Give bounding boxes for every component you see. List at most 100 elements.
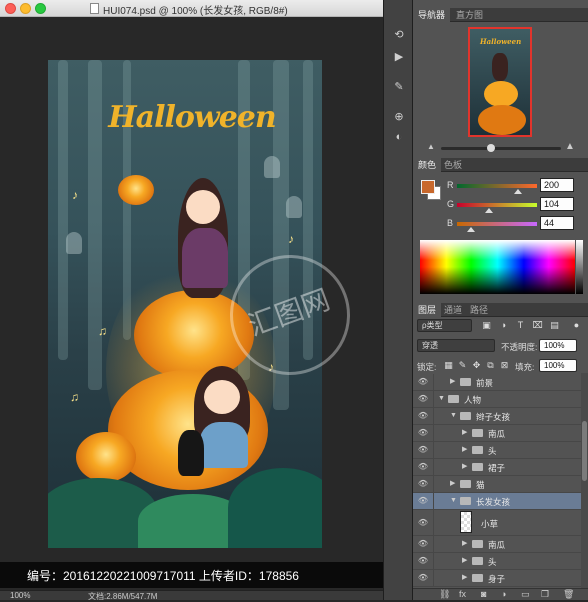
visibility-eye-icon[interactable]: 👁 [417, 539, 429, 549]
layer-row[interactable]: 👁 ▶ 猫 [413, 476, 581, 493]
lock-all-icon[interactable]: ⊠ [499, 360, 510, 371]
lock-transparent-icon[interactable]: ▦ [443, 360, 454, 371]
collapse-arrow-icon[interactable]: ▼ [438, 394, 446, 404]
layer-row-selected[interactable]: 👁 ▼ 长发女孩 [413, 493, 581, 510]
new-layer-icon[interactable]: ❐ [541, 589, 549, 600]
collapse-arrow-icon[interactable]: ▼ [450, 496, 458, 506]
tab-color[interactable]: 颜色 [413, 158, 442, 172]
folder-icon [460, 378, 471, 386]
expand-arrow-icon[interactable]: ▶ [462, 573, 470, 583]
navigator-preview[interactable]: Halloween [468, 27, 532, 137]
tab-channels[interactable]: 通道 [439, 303, 467, 317]
row-divider [433, 374, 434, 391]
visibility-eye-icon[interactable]: 👁 [417, 394, 429, 404]
layer-row[interactable]: 👁 小草 [413, 510, 581, 536]
red-slider[interactable] [457, 184, 537, 188]
collapse-arrow-icon[interactable]: ▼ [450, 411, 458, 421]
zoom-in-icon[interactable]: ▲ [565, 141, 577, 153]
filter-pixel-icon[interactable]: ▣ [481, 320, 492, 331]
layer-row[interactable]: 👁 ▶ 身子 [413, 570, 581, 587]
zoom-level[interactable]: 100% [10, 591, 30, 600]
layer-row[interactable]: 👁 ▼ 辫子女孩 [413, 408, 581, 425]
visibility-eye-icon[interactable]: 👁 [417, 445, 429, 455]
red-slider-thumb[interactable] [514, 189, 522, 194]
fx-icon[interactable]: fx [459, 589, 466, 599]
layer-filter-dropdown[interactable]: ρ类型 [417, 319, 472, 332]
foreground-color-swatch[interactable] [421, 180, 435, 194]
filter-shape-icon[interactable]: ⌧ [532, 320, 543, 331]
red-value-field[interactable]: 200 [540, 178, 574, 192]
expand-arrow-icon[interactable]: ▶ [462, 462, 470, 472]
lock-position-icon[interactable]: ✥ [471, 360, 482, 371]
tab-histogram[interactable]: 直方图 [451, 8, 488, 22]
zoom-slider[interactable] [441, 144, 561, 152]
layer-row[interactable]: 👁 ▶ 头 [413, 553, 581, 570]
document-size[interactable]: 文档:2.86M/547.7M [88, 591, 157, 602]
clone-icon[interactable]: ⊕ [391, 110, 407, 124]
maximize-window-button[interactable] [35, 3, 46, 14]
opacity-input[interactable]: 100% [539, 339, 577, 352]
lock-artboard-icon[interactable]: ⧉ [485, 360, 496, 371]
row-divider [433, 536, 434, 553]
tab-navigator[interactable]: 导航器 [413, 8, 451, 22]
link-icon[interactable]: ⛓ [439, 589, 450, 600]
lock-pixels-icon[interactable]: ✎ [457, 360, 468, 371]
row-divider [433, 391, 434, 408]
expand-arrow-icon[interactable]: ▶ [450, 479, 458, 489]
layer-row[interactable]: 👁 ▼ 人物 [413, 391, 581, 408]
fill-input[interactable]: 100% [539, 359, 577, 372]
title-bar[interactable]: HUI074.psd @ 100% (长发女孩, RGB/8#) [0, 0, 383, 17]
layer-row[interactable]: 👁 ▶ 前景 [413, 374, 581, 391]
blue-value-field[interactable]: 44 [540, 216, 574, 230]
actions-icon[interactable]: ▶ [391, 50, 407, 64]
visibility-eye-icon[interactable]: 👁 [417, 518, 429, 528]
tab-layers[interactable]: 图层 [413, 303, 442, 317]
visibility-eye-icon[interactable]: 👁 [417, 496, 429, 506]
blue-slider[interactable] [457, 222, 537, 226]
group-icon[interactable]: ▭ [521, 589, 530, 600]
adjust-icon[interactable]: ◐ [391, 130, 407, 144]
grayscale-ramp[interactable] [576, 240, 583, 294]
blend-mode-dropdown[interactable]: 穿透 [417, 339, 495, 352]
visibility-eye-icon[interactable]: 👁 [417, 556, 429, 566]
visibility-eye-icon[interactable]: 👁 [417, 573, 429, 583]
brush-icon[interactable]: ✎ [391, 80, 407, 94]
visibility-eye-icon[interactable]: 👁 [417, 428, 429, 438]
green-slider[interactable] [457, 203, 537, 207]
expand-arrow-icon[interactable]: ▶ [462, 539, 470, 549]
visibility-eye-icon[interactable]: 👁 [417, 377, 429, 387]
close-window-button[interactable] [5, 3, 16, 14]
filter-smart-icon[interactable]: ▤ [549, 320, 560, 331]
layer-row[interactable]: 👁 ▶ 头 [413, 442, 581, 459]
visibility-eye-icon[interactable]: 👁 [417, 479, 429, 489]
zoom-out-icon[interactable]: ▲ [427, 142, 437, 152]
row-divider [433, 459, 434, 476]
filter-adjustment-icon[interactable]: ◑ [498, 320, 509, 331]
mask-icon[interactable]: ◙ [481, 589, 486, 599]
zoom-slider-knob[interactable] [487, 144, 495, 152]
filter-type-icon[interactable]: T [515, 320, 526, 331]
expand-arrow-icon[interactable]: ▶ [462, 445, 470, 455]
trash-icon[interactable]: 🗑 [563, 589, 574, 600]
expand-arrow-icon[interactable]: ▶ [462, 556, 470, 566]
adjustment-icon[interactable]: ◑ [501, 589, 506, 599]
minimize-window-button[interactable] [20, 3, 31, 14]
layer-row[interactable]: 👁 ▶ 裙子 [413, 459, 581, 476]
visibility-eye-icon[interactable]: 👁 [417, 462, 429, 472]
layer-row[interactable]: 👁 ▶ 南瓜 [413, 536, 581, 553]
tab-swatches[interactable]: 色板 [439, 158, 467, 172]
layers-scrollbar-thumb[interactable] [582, 421, 587, 481]
visibility-eye-icon[interactable]: 👁 [417, 411, 429, 421]
expand-arrow-icon[interactable]: ▶ [450, 377, 458, 387]
layer-name: 前景 [476, 378, 494, 388]
layer-row[interactable]: 👁 ▶ 南瓜 [413, 425, 581, 442]
green-value-field[interactable]: 104 [540, 197, 574, 211]
history-icon[interactable]: ⟲ [391, 28, 407, 42]
green-slider-thumb[interactable] [485, 208, 493, 213]
layers-scrollbar[interactable] [581, 373, 588, 588]
tab-paths[interactable]: 路径 [465, 303, 493, 317]
layer-name: 猫 [476, 480, 485, 490]
filter-toggle-icon[interactable]: ● [571, 320, 582, 331]
blue-slider-thumb[interactable] [467, 227, 475, 232]
expand-arrow-icon[interactable]: ▶ [462, 428, 470, 438]
